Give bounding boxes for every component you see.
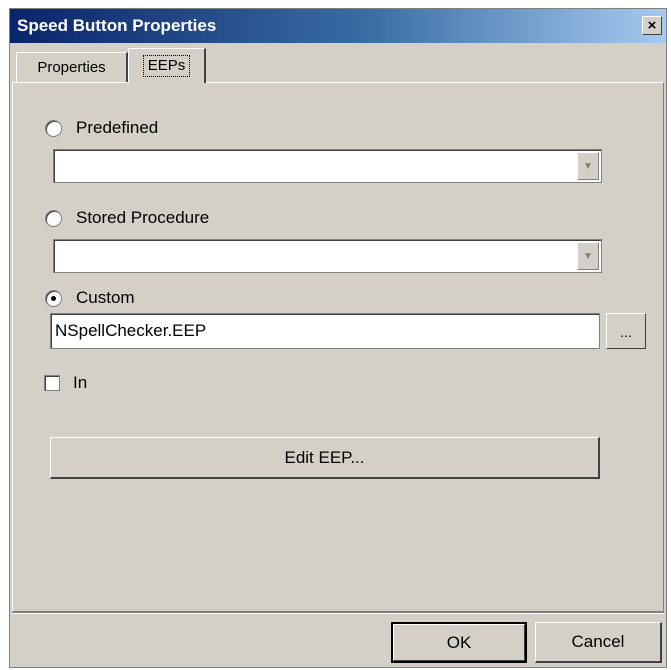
custom-radio[interactable] <box>45 290 62 307</box>
speed-button-properties-dialog: Speed Button Properties × Properties EEP… <box>9 8 667 668</box>
title-bar[interactable]: Speed Button Properties × <box>10 9 666 43</box>
radio-selected-dot <box>51 296 56 301</box>
footer-divider <box>12 612 664 614</box>
ok-button[interactable]: OK <box>391 622 527 663</box>
edit-eep-button[interactable]: Edit EEP... <box>50 437 600 479</box>
tab-properties[interactable]: Properties <box>16 52 128 82</box>
stored-procedure-dropdown[interactable]: ▼ <box>53 239 602 273</box>
custom-label[interactable]: Custom <box>76 288 135 308</box>
predefined-dropdown[interactable]: ▼ <box>53 149 602 183</box>
in-checkbox[interactable] <box>44 375 60 391</box>
window-title: Speed Button Properties <box>17 16 217 35</box>
in-label[interactable]: In <box>73 373 87 393</box>
close-icon: × <box>647 17 657 34</box>
dropdown-arrow-icon[interactable]: ▼ <box>577 242 599 270</box>
predefined-label[interactable]: Predefined <box>76 118 158 138</box>
browse-button[interactable]: ... <box>606 313 646 349</box>
custom-eep-input[interactable] <box>50 313 600 349</box>
close-button[interactable]: × <box>642 16 662 35</box>
tab-properties-label: Properties <box>37 59 106 76</box>
cancel-button[interactable]: Cancel <box>535 622 662 663</box>
predefined-radio[interactable] <box>45 120 62 137</box>
dropdown-arrow-icon[interactable]: ▼ <box>577 152 599 180</box>
stored-procedure-radio[interactable] <box>45 210 62 227</box>
tab-eeps-label: EEPs <box>142 55 191 77</box>
tab-eeps[interactable]: EEPs <box>128 48 206 83</box>
stored-procedure-label[interactable]: Stored Procedure <box>76 208 209 228</box>
ok-button-bevel <box>393 624 525 661</box>
